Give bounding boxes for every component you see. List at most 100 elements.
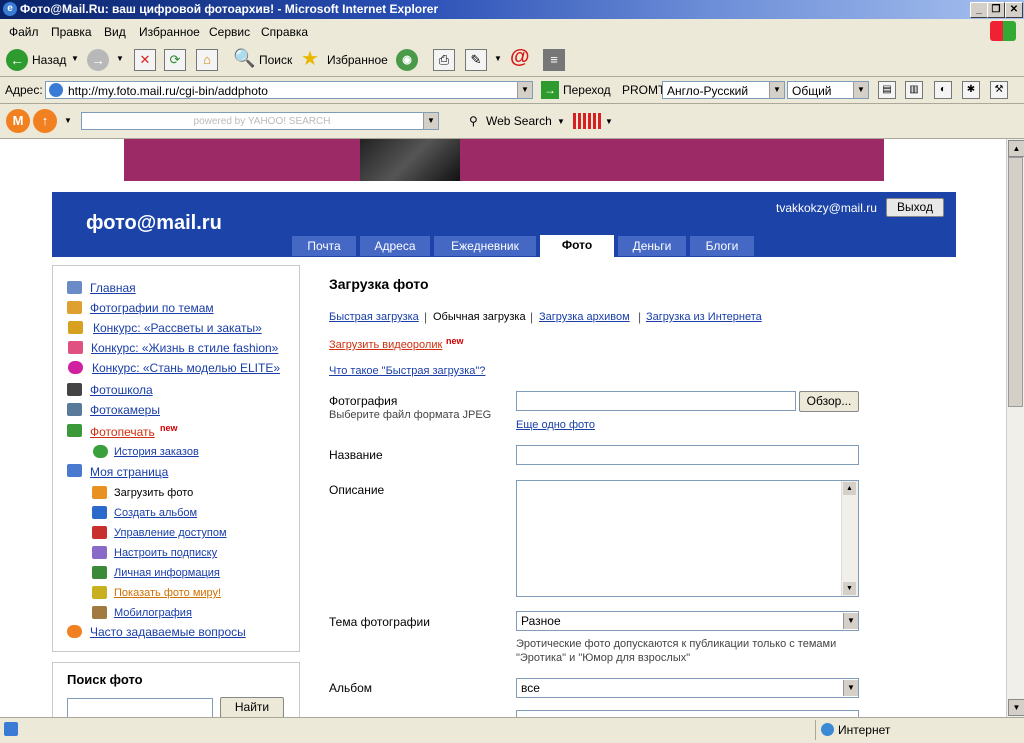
tab-calendar[interactable]: Ежедневник — [434, 236, 536, 256]
tab-photo[interactable]: Фото — [540, 235, 614, 257]
signal-dropdown-icon[interactable]: ▼ — [605, 117, 613, 126]
settings-icon[interactable]: ✱ — [962, 81, 980, 99]
minimize-button[interactable]: _ — [970, 2, 988, 18]
web-search-button[interactable]: Web Search — [486, 114, 552, 128]
page-scrollbar[interactable]: ▲ ▼ — [1006, 139, 1024, 717]
yahoo-search-dropdown-icon[interactable]: ▼ — [423, 113, 438, 129]
tab-mail[interactable]: Почта — [292, 236, 356, 256]
sidebar-item-print[interactable]: Фотопечать — [90, 425, 155, 439]
link-what-is-fast[interactable]: Что такое "Быстрая загрузка"? — [329, 365, 485, 377]
link-internet-upload[interactable]: Загрузка из Интернета — [646, 311, 762, 323]
stop-icon[interactable]: ✕ — [134, 49, 156, 71]
translate-type-dropdown-icon[interactable]: ▼ — [853, 82, 868, 98]
maximize-button[interactable]: ❐ — [987, 2, 1005, 18]
sidebar-sub-access[interactable]: Управление доступом — [114, 527, 227, 539]
link-video-upload[interactable]: Загрузить видеоролик — [329, 339, 442, 351]
link-more-photo[interactable]: Еще одно фото — [516, 419, 595, 431]
theme-select[interactable]: Разное ▼ — [516, 611, 859, 631]
yahoo-search-input[interactable]: powered by YAHOO! SEARCH ▼ — [81, 112, 439, 130]
favorites-star-icon[interactable]: ★ — [301, 46, 319, 71]
mail-at-icon[interactable]: @ — [510, 46, 530, 69]
sidebar-sub-show-world[interactable]: Показать фото миру! — [114, 587, 221, 599]
go-arrow-icon[interactable]: → — [541, 81, 559, 99]
name-input[interactable] — [516, 445, 859, 465]
translate-direction-select[interactable]: Англо-Русский ▼ — [662, 81, 785, 99]
upload-arrow-icon[interactable]: ↑ — [33, 109, 57, 133]
tab-blogs[interactable]: Блоги — [690, 236, 754, 256]
sidebar-item-faq[interactable]: Часто задаваемые вопросы — [90, 625, 246, 639]
scroll-down-icon[interactable]: ▼ — [843, 582, 856, 595]
sidebar-item-home[interactable]: Главная — [90, 281, 136, 295]
favorites-button[interactable]: Избранное — [327, 53, 388, 67]
address-dropdown-icon[interactable]: ▼ — [517, 82, 532, 98]
tab-contacts[interactable]: Адреса — [360, 236, 430, 256]
sidebar-sub-mobile[interactable]: Мобилография — [114, 607, 192, 619]
tools-icon[interactable]: ⚒ — [990, 81, 1008, 99]
edit-dropdown-icon[interactable]: ▼ — [494, 54, 502, 63]
logout-button[interactable]: Выход — [886, 198, 944, 217]
back-button[interactable]: Назад — [32, 53, 66, 67]
sidebar-sub-create-album[interactable]: Создать альбом — [114, 507, 197, 519]
sidebar-sub-personal[interactable]: Личная информация — [114, 567, 220, 579]
search-photo-input[interactable] — [67, 698, 213, 717]
sidebar-sub-subscription[interactable]: Настроить подписку — [114, 547, 217, 559]
menu-view[interactable]: Вид — [104, 25, 126, 39]
translate-page-icon[interactable]: ▤ — [878, 81, 896, 99]
close-button[interactable]: ✕ — [1005, 2, 1023, 18]
sidebar-item-contest-elite[interactable]: Конкурс: «Стань моделью ELITE» — [92, 361, 280, 375]
edit-icon[interactable]: ✎ — [465, 49, 487, 71]
back-arrow-icon[interactable]: ← — [6, 49, 28, 71]
search-icon[interactable]: 🔍 — [233, 48, 255, 69]
forward-dropdown-icon[interactable]: ▼ — [116, 54, 124, 63]
print-icon[interactable]: ⎙ — [433, 49, 455, 71]
address-input[interactable]: http://my.foto.mail.ru/cgi-bin/addphoto … — [45, 81, 533, 99]
refresh-icon[interactable]: ⟳ — [164, 49, 186, 71]
forward-arrow-icon[interactable]: → — [87, 49, 109, 71]
photo-file-input[interactable] — [516, 391, 796, 411]
mail-agent-icon[interactable]: M — [6, 109, 30, 133]
search-button[interactable]: Поиск — [259, 53, 292, 67]
album-select[interactable]: все ▼ — [516, 678, 859, 698]
sidebar-item-cameras[interactable]: Фотокамеры — [90, 403, 160, 417]
sidebar-item-themes[interactable]: Фотографии по темам — [90, 301, 214, 315]
translate-text-icon[interactable]: ▥ — [905, 81, 923, 99]
sidebar-item-history[interactable]: История заказов — [114, 446, 199, 458]
home-icon[interactable]: ⌂ — [196, 49, 218, 71]
next-field[interactable] — [516, 710, 859, 717]
search-photo-button[interactable]: Найти — [220, 697, 284, 717]
back-dropdown-icon[interactable]: ▼ — [71, 54, 79, 63]
sidebar-item-contest-fashion[interactable]: Конкурс: «Жизнь в стиле fashion» — [91, 341, 278, 355]
scroll-up-icon[interactable]: ▲ — [1008, 140, 1024, 157]
sidebar-item-contest-sunsets[interactable]: Конкурс: «Рассветы и закаты» — [93, 321, 262, 335]
sidebar-item-school[interactable]: Фотошкола — [90, 383, 153, 397]
scroll-up-icon[interactable]: ▲ — [843, 482, 856, 495]
link-fast-upload[interactable]: Быстрая загрузка — [329, 311, 419, 323]
description-textarea[interactable]: ▲ ▼ — [516, 480, 859, 597]
menu-tools[interactable]: Сервис — [209, 25, 250, 39]
scroll-down-icon[interactable]: ▼ — [1008, 699, 1024, 716]
logo[interactable]: фото@mail.ru — [86, 212, 222, 235]
tab-money[interactable]: Деньги — [618, 236, 686, 256]
dictionary-icon[interactable]: ◐ — [934, 81, 952, 99]
research-icon[interactable]: ≡ — [543, 49, 565, 71]
browse-button[interactable]: Обзор... — [799, 391, 859, 412]
menu-file[interactable]: Файл — [9, 25, 39, 39]
translate-type-select[interactable]: Общий ▼ — [787, 81, 869, 99]
album-dropdown-icon[interactable]: ▼ — [843, 680, 858, 696]
menu-help[interactable]: Справка — [261, 25, 308, 39]
ad-banner[interactable] — [124, 139, 884, 181]
theme-dropdown-icon[interactable]: ▼ — [843, 613, 858, 629]
media-icon[interactable]: ◉ — [396, 49, 418, 71]
web-search-dropdown-icon[interactable]: ▼ — [557, 117, 565, 126]
agent-dropdown-icon[interactable]: ▼ — [64, 116, 72, 125]
link-archive-upload[interactable]: Загрузка архивом — [539, 311, 630, 323]
textarea-scrollbar[interactable]: ▲ ▼ — [841, 481, 858, 596]
sidebar-item-my-page[interactable]: Моя страница — [90, 465, 168, 479]
sidebar-sub-upload[interactable]: Загрузить фото — [114, 487, 193, 499]
menu-favorites[interactable]: Избранное — [139, 25, 200, 39]
web-search-icon[interactable]: ⚲ — [469, 114, 478, 128]
translate-direction-dropdown-icon[interactable]: ▼ — [769, 82, 784, 98]
scroll-thumb[interactable] — [1008, 157, 1023, 407]
menu-edit[interactable]: Правка — [51, 25, 92, 39]
go-button[interactable]: Переход — [563, 83, 611, 97]
